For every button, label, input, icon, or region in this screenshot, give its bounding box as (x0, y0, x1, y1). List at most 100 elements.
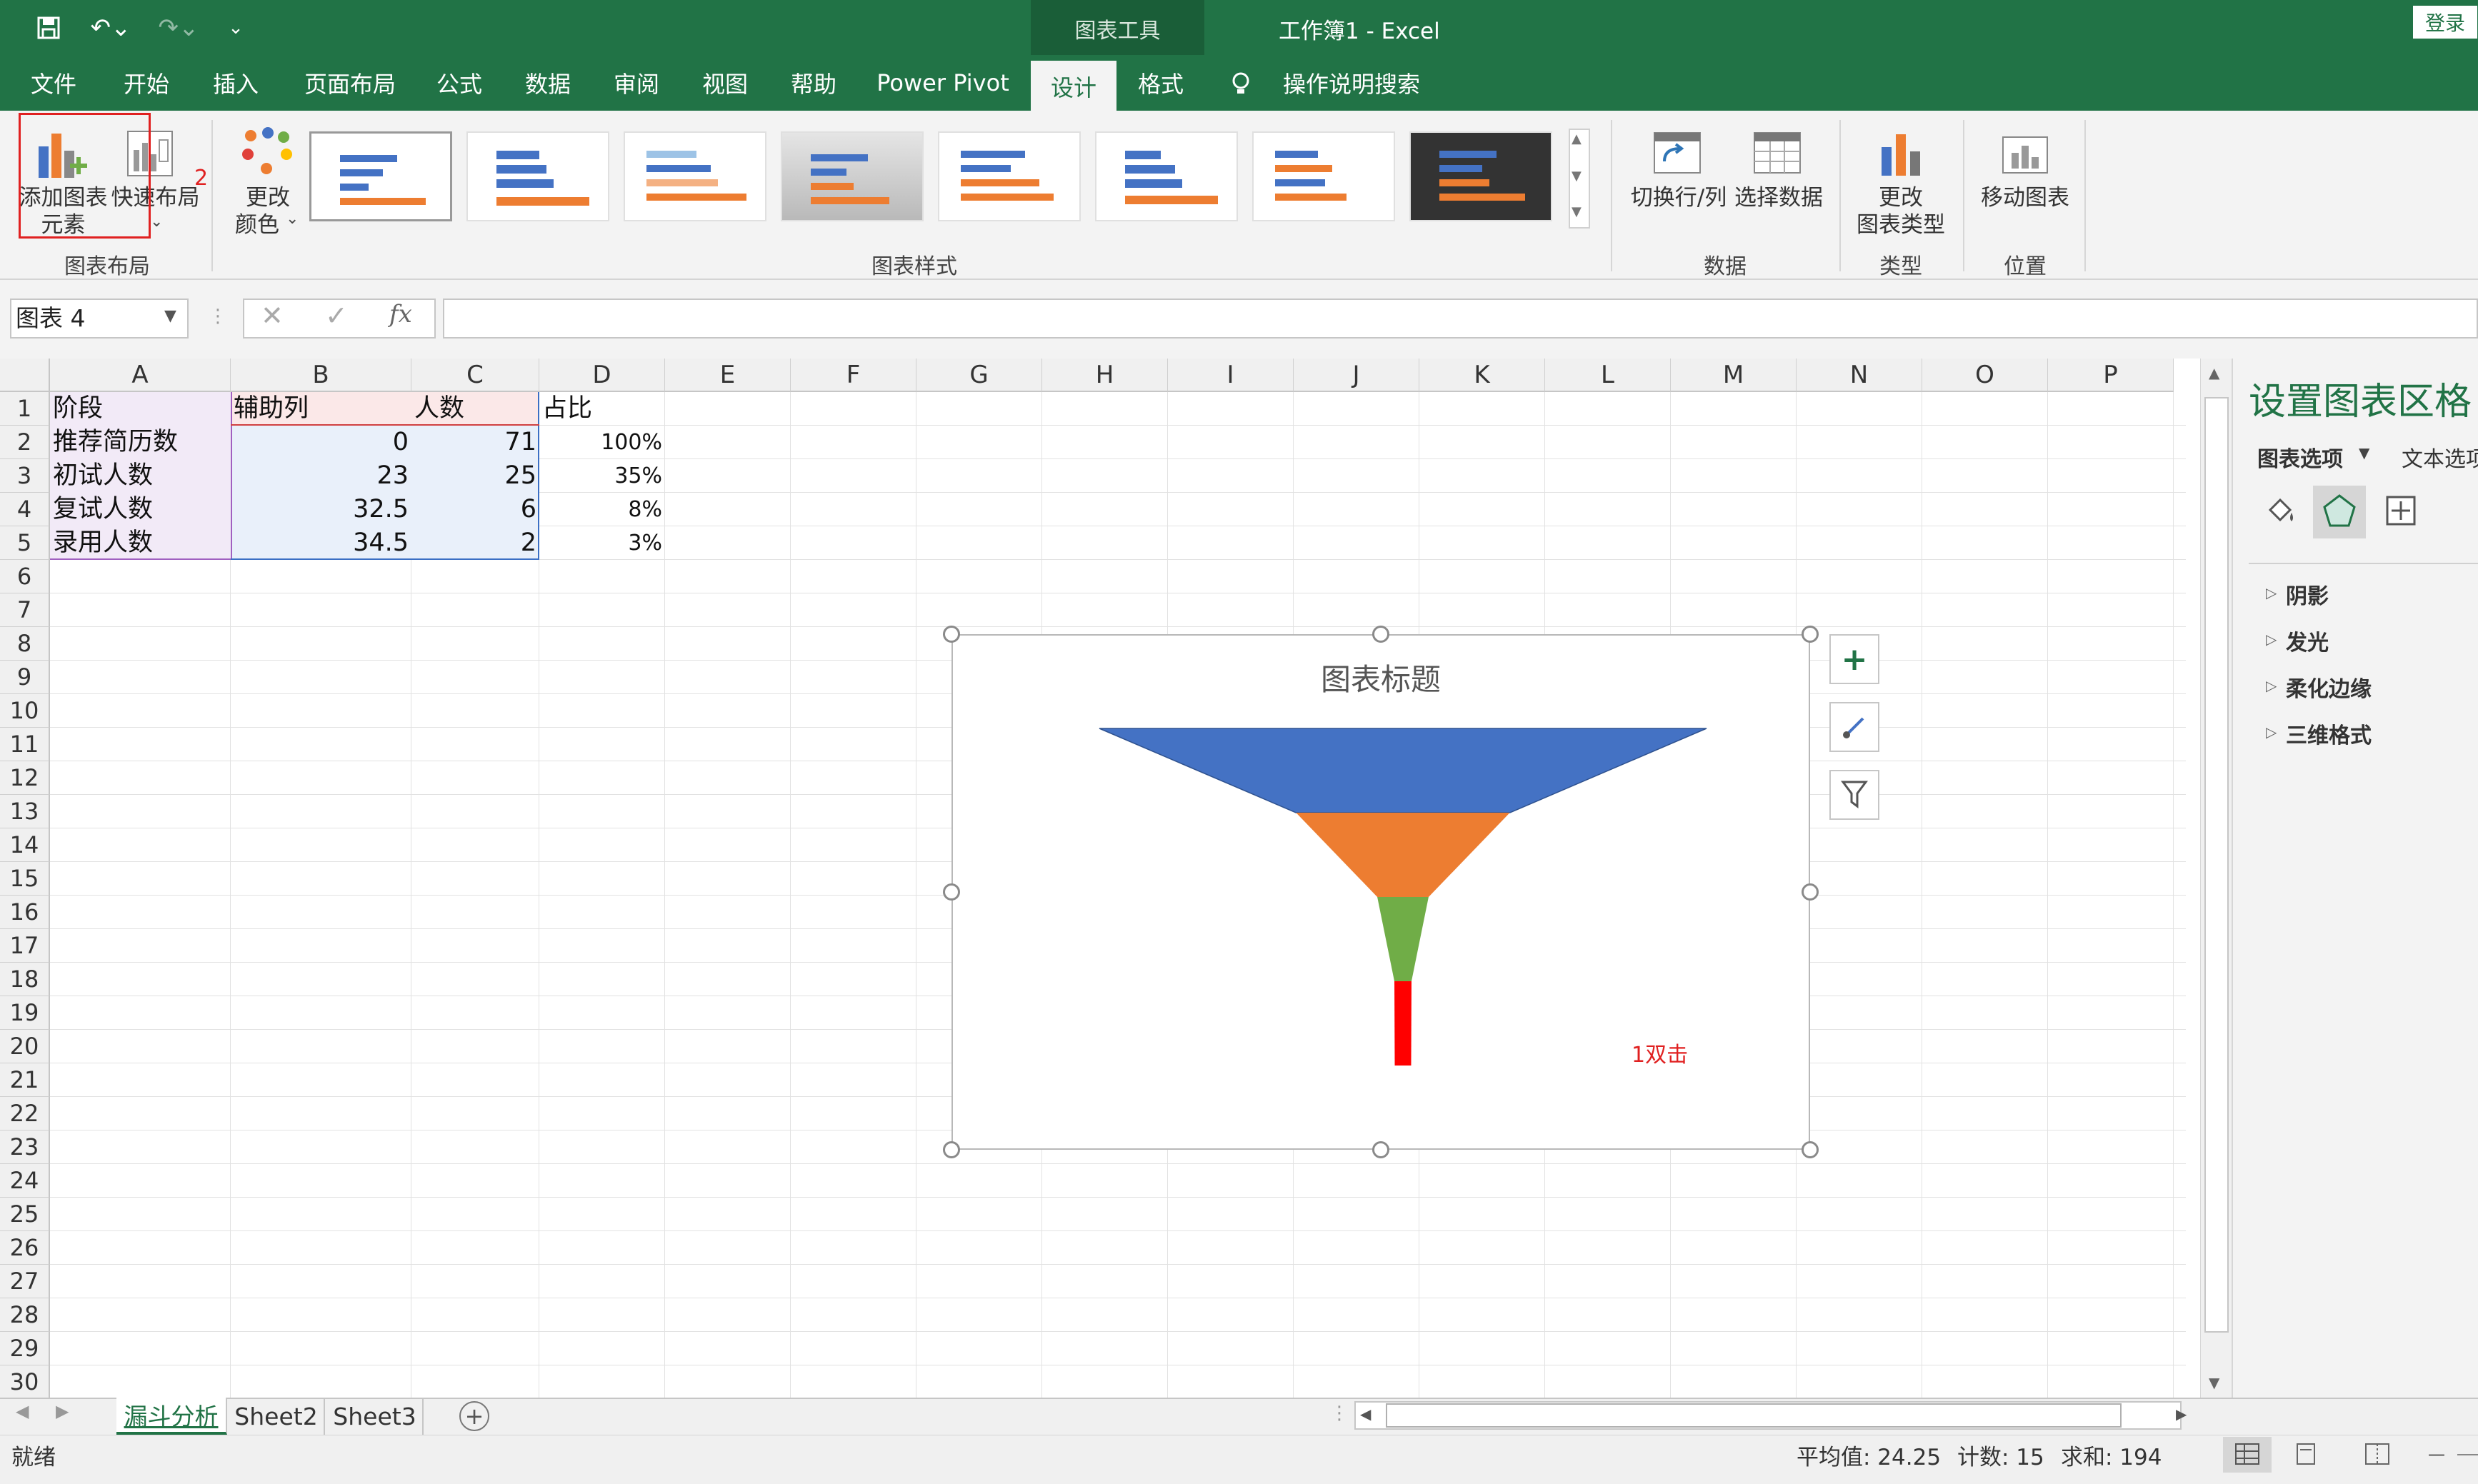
cell[interactable]: 人数 (411, 392, 539, 426)
row-header[interactable]: 8 (0, 627, 50, 661)
scroll-left-icon[interactable]: ◀ (1360, 1405, 1371, 1423)
quick-layout-dropdown-icon[interactable]: ⌄ (150, 213, 163, 231)
expand-icon[interactable]: ▷ (2266, 723, 2277, 741)
gallery-up-icon[interactable]: ▲ (1572, 131, 1582, 146)
formula-input[interactable] (443, 299, 2478, 339)
tab-design[interactable]: 设计 (1031, 61, 1116, 112)
row-header[interactable]: 4 (0, 493, 50, 526)
add-sheet-icon[interactable]: + (459, 1401, 489, 1431)
row-header[interactable]: 21 (0, 1063, 50, 1097)
cell[interactable]: 6 (411, 493, 539, 526)
page-layout-view-icon[interactable] (2293, 1443, 2319, 1468)
cell[interactable]: 辅助列 (231, 392, 411, 426)
column-header[interactable]: N (1797, 359, 1922, 392)
fill-line-icon[interactable] (2263, 491, 2299, 530)
cell[interactable]: 32.5 (231, 493, 411, 526)
cell[interactable]: 占比 (539, 392, 665, 426)
tab-insert[interactable]: 插入 (204, 55, 268, 111)
row-header[interactable]: 2 (0, 426, 50, 459)
chart-style-5[interactable] (938, 131, 1081, 221)
select-data-label[interactable]: 选择数据 (1732, 184, 1825, 211)
name-box-dropdown-icon[interactable]: ▼ (164, 307, 176, 325)
funnel-segment[interactable] (1377, 897, 1429, 981)
funnel-segment[interactable] (1296, 813, 1510, 897)
size-properties-icon[interactable] (2383, 493, 2419, 531)
tab-page-layout[interactable]: 页面布局 (296, 55, 404, 111)
row-header[interactable]: 25 (0, 1198, 50, 1231)
tab-review[interactable]: 审阅 (604, 55, 669, 111)
row-header[interactable]: 10 (0, 694, 50, 728)
column-header[interactable]: J (1294, 359, 1419, 392)
row-header[interactable]: 1 (0, 392, 50, 426)
chart-styles-button[interactable] (1829, 702, 1879, 752)
chart-options-dropdown-icon[interactable]: ▼ (2359, 444, 2369, 461)
row-header[interactable]: 12 (0, 761, 50, 795)
change-colors-dropdown-icon[interactable]: ⌄ (286, 210, 299, 228)
cell[interactable]: 复试人数 (50, 493, 231, 526)
row-header[interactable]: 6 (0, 560, 50, 593)
row-header[interactable]: 18 (0, 963, 50, 996)
resize-handle-top-left[interactable] (943, 626, 960, 643)
column-header[interactable]: I (1168, 359, 1294, 392)
row-header[interactable]: 9 (0, 661, 50, 694)
gallery-more-icon[interactable]: ▼ (1572, 204, 1582, 219)
row-header[interactable]: 26 (0, 1231, 50, 1265)
cell[interactable]: 2 (411, 526, 539, 560)
row-header[interactable]: 23 (0, 1130, 50, 1164)
switch-row-column-label[interactable]: 切换行/列 (1629, 184, 1729, 211)
column-header[interactable]: O (1922, 359, 2048, 392)
funnel-segment[interactable] (1394, 981, 1412, 1066)
chart-elements-button[interactable]: + (1829, 634, 1879, 684)
chart-style-2[interactable] (466, 131, 609, 221)
row-header[interactable]: 22 (0, 1097, 50, 1130)
cell[interactable]: 初试人数 (50, 459, 231, 493)
cell[interactable]: 阶段 (50, 392, 231, 426)
column-header[interactable]: F (791, 359, 916, 392)
row-header[interactable]: 24 (0, 1164, 50, 1198)
funnel-segment[interactable] (1099, 728, 1707, 813)
tab-formulas[interactable]: 公式 (427, 55, 491, 111)
column-header[interactable]: C (411, 359, 539, 392)
select-data-icon[interactable] (1752, 130, 1803, 179)
tell-me-search[interactable]: 操作说明搜索 (1273, 55, 1430, 111)
chart-style-4[interactable] (781, 131, 924, 221)
cell[interactable]: 100% (539, 426, 665, 459)
resize-handle-left[interactable] (943, 883, 960, 901)
zoom-out-icon[interactable]: － (2426, 1438, 2447, 1470)
cell[interactable]: 8% (539, 493, 665, 526)
change-chart-type-label-1[interactable]: 更改 (1854, 184, 1947, 211)
resize-handle-top[interactable] (1372, 626, 1389, 643)
palette-icon[interactable] (239, 127, 296, 180)
column-header[interactable]: A (50, 359, 231, 392)
row-header[interactable]: 27 (0, 1265, 50, 1298)
pane-item-shadow[interactable]: 阴影 (2286, 578, 2329, 610)
row-header[interactable]: 20 (0, 1030, 50, 1063)
customize-qat-icon[interactable]: ⌄ (221, 10, 250, 46)
tab-help[interactable]: 帮助 (781, 55, 846, 111)
chart-filters-button[interactable] (1829, 770, 1879, 820)
resize-handle-bottom-right[interactable] (1802, 1141, 1819, 1158)
cell[interactable]: 35% (539, 459, 665, 493)
redo-icon[interactable]: ↷⌄ (150, 10, 207, 46)
switch-row-column-icon[interactable] (1652, 130, 1703, 179)
next-sheet-icon[interactable]: ▶ (56, 1401, 69, 1421)
cell[interactable]: 25 (411, 459, 539, 493)
row-header[interactable]: 19 (0, 996, 50, 1030)
cell[interactable]: 23 (231, 459, 411, 493)
row-header[interactable]: 7 (0, 593, 50, 627)
row-header[interactable]: 17 (0, 929, 50, 963)
sheet-tab-funnel[interactable]: 漏斗分析 (116, 1398, 227, 1435)
cell[interactable]: 3% (539, 526, 665, 560)
cancel-icon[interactable]: ✕ (261, 300, 284, 331)
scroll-up-icon[interactable]: ▲ (2209, 364, 2219, 381)
tab-file[interactable]: 文件 (21, 55, 86, 111)
scroll-down-icon[interactable]: ▼ (2209, 1374, 2219, 1391)
row-header[interactable]: 29 (0, 1332, 50, 1365)
expand-icon[interactable]: ▷ (2266, 677, 2277, 694)
sheet-tab-sheet2[interactable]: Sheet2 (229, 1398, 325, 1435)
row-header[interactable]: 30 (0, 1365, 50, 1399)
change-chart-type-label-2[interactable]: 图表类型 (1854, 211, 1947, 239)
resize-handle-right[interactable] (1802, 883, 1819, 901)
column-header[interactable]: D (539, 359, 665, 392)
chart-style-7[interactable] (1252, 131, 1395, 221)
